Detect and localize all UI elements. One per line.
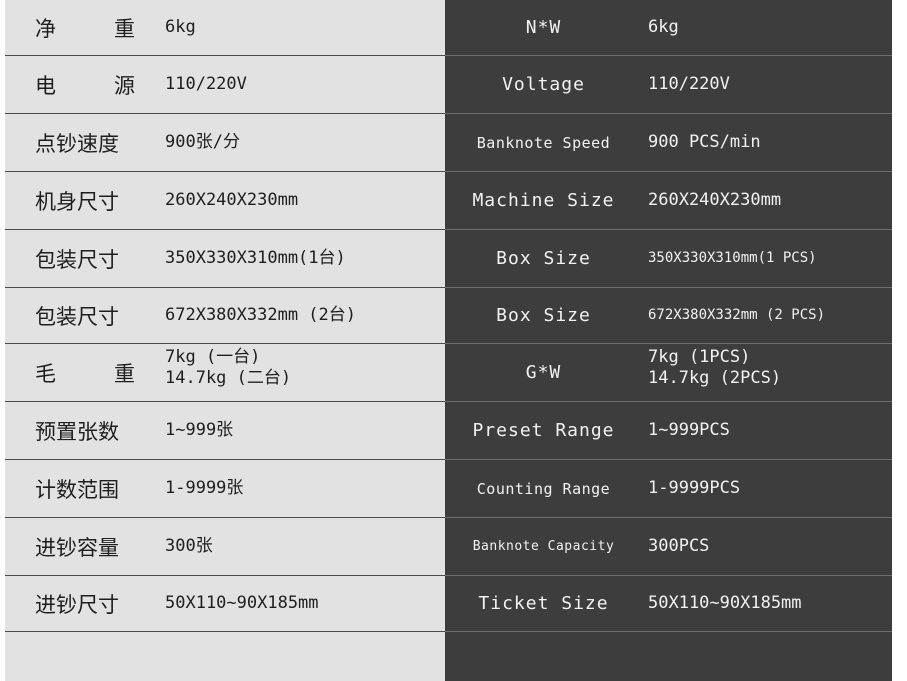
spec-row-box-size-2-en: Box Size 672X380X332mm (2 PCS) [445,288,892,344]
spec-label: Counting Range [476,479,611,498]
spec-label: Banknote Capacity [472,539,615,554]
spec-value: 7kg (1PCS) 14.7kg (2PCS) [648,347,781,389]
spec-label: Ticket Size [478,593,609,614]
spec-value: 110/220V [648,74,730,94]
spec-value-line: 14.7kg (2PCS) [648,368,782,388]
spec-value-line: 7kg (一台) [165,347,261,367]
spec-label: 电 源 [35,70,135,100]
spec-row-capacity-en: Banknote Capacity 300PCS [445,518,892,576]
spec-row-capacity-cn: 进钞容量 300张 [5,518,445,576]
spec-table: 净 重 6kg 电 源 110/220V 点钞速度 900张/分 机身尺寸 26… [0,0,907,681]
spec-label: Preset Range [472,420,615,441]
spec-value: 6kg [165,17,196,37]
spec-label: G*W [525,362,562,383]
spec-value: 900张/分 [165,132,240,152]
spec-value: 1-9999PCS [648,478,741,498]
spec-row-net-weight-en: N*W 6kg [445,0,892,56]
spec-label: 预置张数 [35,419,119,444]
spec-row-counting-cn: 计数范围 1-9999张 [5,460,445,518]
spec-label: Box Size [496,305,591,326]
spec-row-gross-weight-cn: 毛 重 7kg (一台) 14.7kg (二台) [5,344,445,402]
spec-row-machine-size-cn: 机身尺寸 260X240X230mm [5,172,445,230]
spec-value-line: 14.7kg (二台) [165,368,292,388]
spec-value: 350X330X310mm(1 PCS) [648,250,817,266]
spec-label-char: 电 [35,73,56,98]
spec-value-line: 7kg (1PCS) [648,347,751,367]
spec-row-box-size-1-en: Box Size 350X330X310mm(1 PCS) [445,230,892,288]
spec-value: 300张 [165,536,213,556]
spec-row-box-size-1-cn: 包装尺寸 350X330X310mm(1台) [5,230,445,288]
spec-row-speed-en: Banknote Speed 900 PCS/min [445,114,892,172]
spec-row-ticket-size-en: Ticket Size 50X110~90X185mm [445,576,892,632]
spec-label: 净 重 [35,13,135,43]
spec-label: 包装尺寸 [35,247,119,272]
spec-row-voltage-cn: 电 源 110/220V [5,56,445,114]
spec-value: 1~999张 [165,420,234,440]
spec-label: 进钞容量 [35,535,119,560]
spec-label: Banknote Speed [476,133,611,152]
spec-label: 机身尺寸 [35,189,119,214]
spec-row-ticket-size-cn: 进钞尺寸 50X110~90X185mm [5,576,445,632]
spec-row-machine-size-en: Machine Size 260X240X230mm [445,172,892,230]
spec-label: Voltage [502,74,585,95]
spec-label-char: 毛 [35,361,56,386]
spec-value: 1~999PCS [648,420,730,440]
spec-label: 包装尺寸 [35,304,119,329]
spec-value: 110/220V [165,74,247,94]
spec-value: 300PCS [648,536,710,556]
spec-label: 计数范围 [35,477,119,502]
spec-label: Machine Size [472,190,615,211]
spec-label-char: 源 [114,73,135,98]
spec-value: 50X110~90X185mm [165,593,319,613]
spec-row-speed-cn: 点钞速度 900张/分 [5,114,445,172]
spec-label: N*W [525,17,562,38]
spec-value: 350X330X310mm(1台) [165,248,346,268]
spec-value: 6kg [648,17,679,37]
english-spec-column: N*W 6kg Voltage 110/220V Banknote Speed … [445,0,892,681]
spec-label: 点钞速度 [35,131,119,156]
spec-value: 672X380X332mm (2 PCS) [648,307,826,323]
spec-label-char: 重 [114,16,135,41]
spec-value: 7kg (一台) 14.7kg (二台) [165,347,291,389]
spec-value: 900 PCS/min [648,132,761,152]
spec-row-gross-weight-en: G*W 7kg (1PCS) 14.7kg (2PCS) [445,344,892,402]
spec-row-voltage-en: Voltage 110/220V [445,56,892,114]
spec-row-box-size-2-cn: 包装尺寸 672X380X332mm (2台) [5,288,445,344]
spec-label-char: 重 [114,361,135,386]
spec-value: 260X240X230mm [648,190,782,210]
spec-value: 50X110~90X185mm [648,593,802,613]
spec-row-preset-en: Preset Range 1~999PCS [445,402,892,460]
spec-row-preset-cn: 预置张数 1~999张 [5,402,445,460]
spec-row-net-weight-cn: 净 重 6kg [5,0,445,56]
spec-label-char: 净 [35,16,56,41]
spec-value: 1-9999张 [165,478,244,498]
spec-value: 260X240X230mm [165,190,299,210]
spec-value: 672X380X332mm (2台) [165,305,356,325]
spec-row-counting-en: Counting Range 1-9999PCS [445,460,892,518]
spec-label: 毛 重 [35,358,135,388]
chinese-spec-column: 净 重 6kg 电 源 110/220V 点钞速度 900张/分 机身尺寸 26… [5,0,445,681]
spec-label: 进钞尺寸 [35,592,119,617]
spec-label: Box Size [496,248,591,269]
